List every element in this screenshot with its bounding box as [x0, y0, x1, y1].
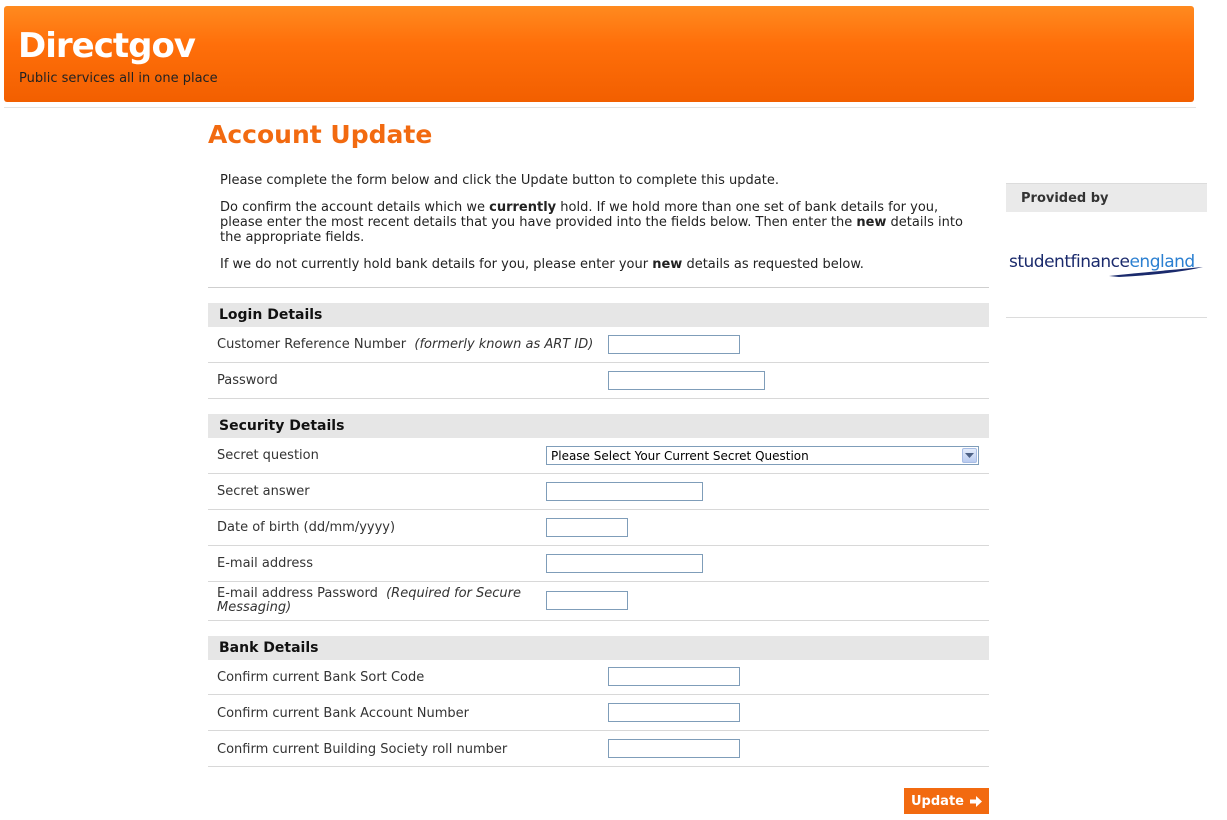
email-password-input[interactable]	[546, 591, 628, 610]
roll-number-row: Confirm current Building Society roll nu…	[208, 731, 989, 767]
update-label: Update	[911, 793, 964, 809]
dob-input[interactable]	[546, 518, 628, 537]
secret-answer-label: Secret answer	[217, 484, 310, 499]
header-divider	[4, 107, 1196, 108]
dob-label: Date of birth (dd/mm/yyyy)	[217, 520, 396, 535]
email-password-label: E-mail address Password (Required for Se…	[217, 586, 522, 615]
password-input[interactable]	[608, 371, 765, 390]
security-details-heading: Security Details	[208, 414, 989, 438]
swoosh-icon	[1109, 267, 1203, 277]
chevron-down-icon[interactable]	[962, 448, 977, 463]
roll-number-input[interactable]	[608, 739, 740, 758]
intro-divider	[208, 287, 989, 288]
email-label: E-mail address	[217, 556, 313, 571]
password-row: Password	[208, 363, 989, 399]
dob-row: Date of birth (dd/mm/yyyy)	[208, 510, 989, 546]
sort-code-row: Confirm current Bank Sort Code	[208, 659, 989, 695]
site-header: Directgov Public services all in one pla…	[4, 6, 1194, 102]
bank-details-heading: Bank Details	[208, 636, 989, 660]
secret-question-select[interactable]: Please Select Your Current Secret Questi…	[546, 446, 979, 465]
sidebar-divider-bottom	[1006, 317, 1207, 318]
login-details-heading: Login Details	[208, 303, 989, 327]
email-input[interactable]	[546, 554, 703, 573]
update-button[interactable]: Update	[904, 788, 989, 814]
intro-text: Please complete the form below and click…	[220, 173, 980, 284]
secret-question-selected: Please Select Your Current Secret Questi…	[551, 449, 809, 463]
account-number-label: Confirm current Bank Account Number	[217, 706, 470, 721]
student-finance-england-logo[interactable]: studentfinanceengland	[1009, 252, 1203, 277]
intro-paragraph-2: Do confirm the account details which we …	[220, 200, 963, 245]
intro-paragraph-1: Please complete the form below and click…	[220, 173, 779, 188]
secret-question-label: Secret question	[217, 448, 319, 463]
secret-question-row: Secret question Please Select Your Curre…	[208, 438, 989, 474]
secret-answer-row: Secret answer	[208, 474, 989, 510]
account-number-row: Confirm current Bank Account Number	[208, 695, 989, 731]
account-number-input[interactable]	[608, 703, 740, 722]
sort-code-input[interactable]	[608, 667, 740, 686]
secret-answer-input[interactable]	[546, 482, 703, 501]
intro-paragraph-3: If we do not currently hold bank details…	[220, 257, 864, 272]
arrow-right-icon	[969, 795, 982, 807]
crn-input[interactable]	[608, 335, 740, 354]
page-title: Account Update	[208, 120, 433, 149]
logo-text: Directgov	[18, 26, 196, 66]
header-tagline: Public services all in one place	[19, 71, 218, 86]
directgov-logo[interactable]: Directgov	[18, 26, 196, 66]
password-label: Password	[217, 373, 278, 388]
email-password-row: E-mail address Password (Required for Se…	[208, 582, 989, 621]
roll-number-label: Confirm current Building Society roll nu…	[217, 742, 508, 757]
email-row: E-mail address	[208, 546, 989, 582]
crn-label: Customer Reference Number (formerly know…	[217, 337, 594, 352]
crn-row: Customer Reference Number (formerly know…	[208, 327, 989, 363]
sort-code-label: Confirm current Bank Sort Code	[217, 670, 425, 685]
provided-by-heading: Provided by	[1006, 184, 1207, 212]
